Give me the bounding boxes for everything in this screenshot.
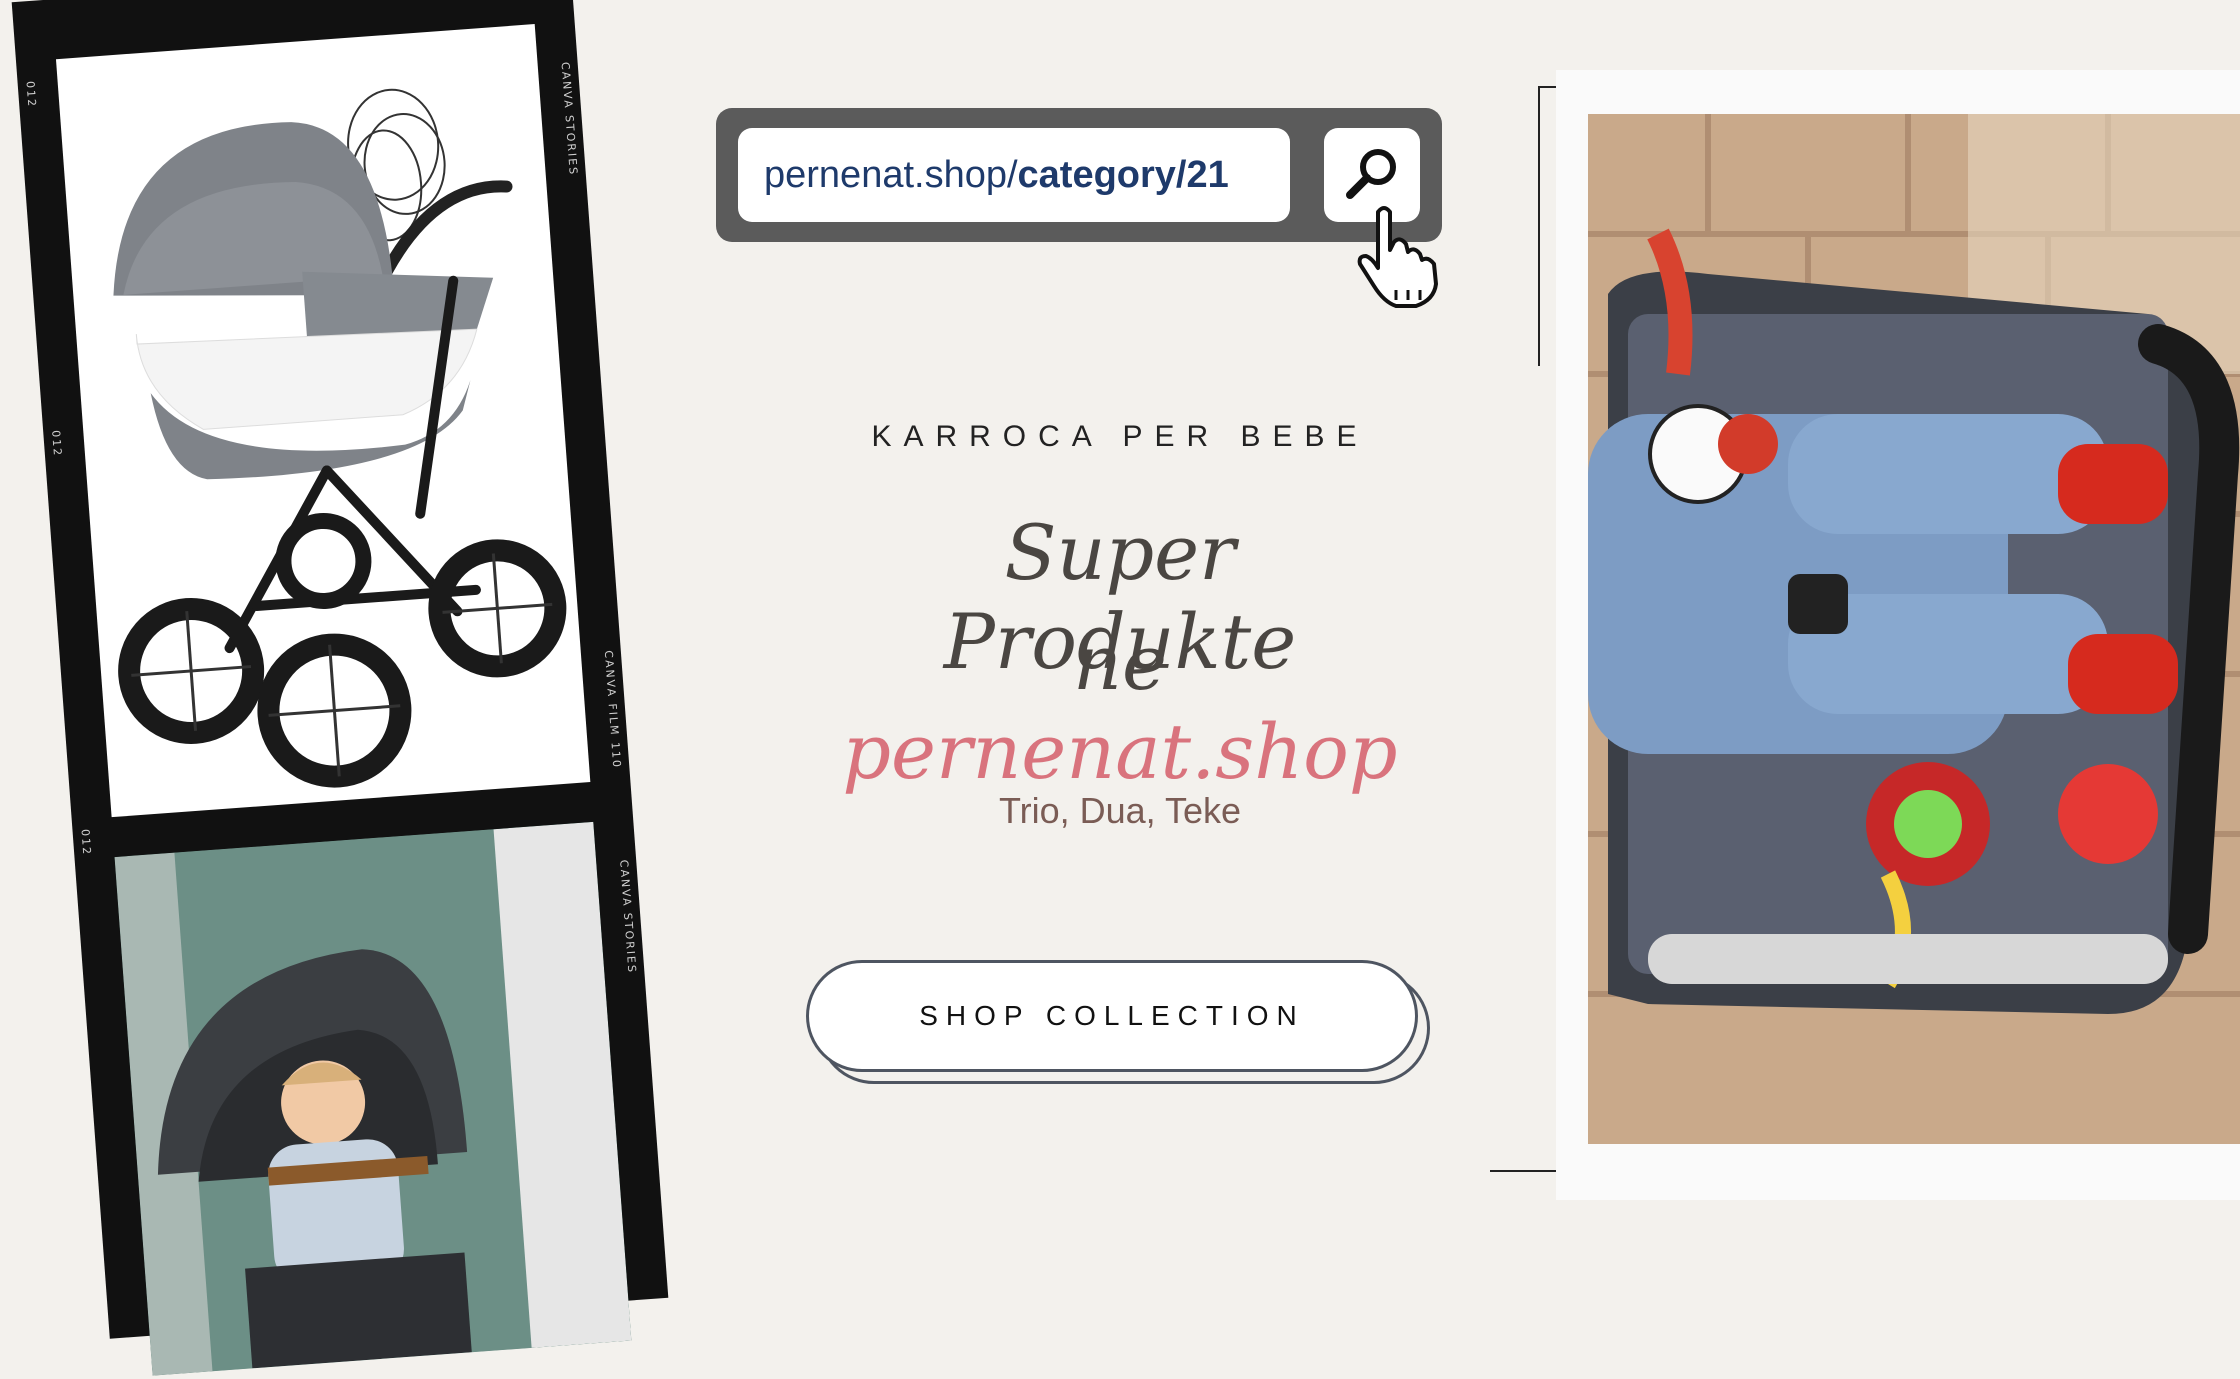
headline-line-2: ne pernenat.shop bbox=[820, 618, 1420, 796]
baby-in-stroller-topdown-photo bbox=[1588, 114, 2240, 1144]
pram-photo bbox=[55, 24, 591, 818]
shop-collection-button[interactable]: SHOP COLLECTION bbox=[806, 960, 1418, 1072]
film-frame-number: 012 bbox=[78, 828, 94, 857]
decorative-line bbox=[1538, 86, 1540, 366]
baby-stroller-photo bbox=[114, 821, 632, 1376]
url-path: category/21 bbox=[1017, 153, 1229, 196]
film-edge-label: CANVA FILM 110 bbox=[601, 649, 624, 770]
category-kicker: KARROCA PER BEBE bbox=[871, 420, 1369, 453]
url-domain: pernenat.shop/ bbox=[764, 153, 1018, 196]
pointer-hand-icon bbox=[1357, 206, 1438, 308]
film-frame-number: 012 bbox=[23, 80, 39, 109]
headline-brand: pernenat.shop bbox=[842, 707, 1398, 796]
url-search-bar: pernenat.shop/category/21 bbox=[716, 108, 1442, 242]
film-edge-label: CANVA STORIES bbox=[558, 61, 580, 177]
film-frame-number: 012 bbox=[49, 429, 65, 458]
product-types: Trio, Dua, Teke bbox=[998, 790, 1242, 831]
url-field[interactable]: pernenat.shop/category/21 bbox=[738, 128, 1290, 222]
film-strip: 012 012 012 CANVA STORIES CANVA FILM 110… bbox=[11, 0, 669, 1376]
film-edge-label: CANVA STORIES bbox=[617, 859, 639, 975]
headline-prefix: ne bbox=[1073, 618, 1167, 707]
search-magnifier-icon bbox=[1346, 149, 1396, 199]
